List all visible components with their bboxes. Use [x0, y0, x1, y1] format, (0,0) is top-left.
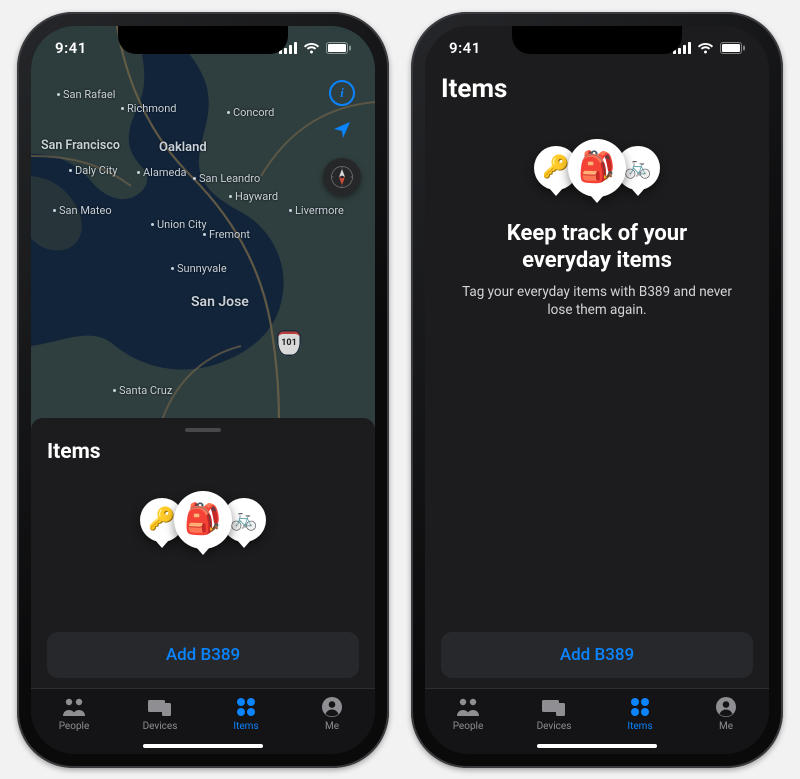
people-icon	[60, 695, 88, 719]
screen-right: 9:41 Items 🔑 🎒	[425, 26, 769, 754]
wifi-icon	[697, 42, 714, 54]
onboarding-subtext: Tag your everyday items with B389 and ne…	[457, 283, 737, 319]
home-indicator[interactable]	[143, 744, 263, 748]
item-icon-cluster: 🔑 🎒 🚲	[439, 132, 755, 204]
battery-icon	[326, 42, 351, 54]
add-item-button[interactable]: Add B389	[441, 632, 753, 678]
items-icon	[235, 695, 257, 719]
tab-people[interactable]: People	[433, 695, 503, 732]
me-icon	[715, 695, 737, 719]
items-onboarding-sheet[interactable]: Items 🔑 🎒 🚲 Keep track of your everyday …	[425, 26, 769, 688]
items-icon	[629, 695, 651, 719]
notch	[512, 26, 682, 54]
tab-label: Me	[719, 721, 733, 732]
sheet-title: Items	[441, 74, 753, 104]
home-indicator[interactable]	[537, 744, 657, 748]
backpack-icon: 🎒	[568, 139, 626, 197]
wifi-icon	[303, 42, 320, 54]
screen-left: 9:41	[31, 26, 375, 754]
backpack-icon: 🎒	[174, 491, 232, 549]
tab-label: People	[59, 721, 90, 732]
phone-right: 9:41 Items 🔑 🎒	[411, 12, 783, 768]
tab-label: People	[453, 721, 484, 732]
tab-devices[interactable]: Devices	[519, 695, 589, 732]
status-time: 9:41	[55, 39, 115, 57]
add-item-button[interactable]: Add B389	[47, 632, 359, 678]
tab-people[interactable]: People	[39, 695, 109, 732]
onboarding-headline: Keep track of your everyday items	[449, 220, 745, 275]
devices-icon	[147, 695, 173, 719]
tab-label: Items	[627, 721, 652, 732]
tab-label: Me	[325, 721, 339, 732]
tab-me[interactable]: Me	[297, 695, 367, 732]
people-icon	[454, 695, 482, 719]
items-sheet[interactable]: Items 🔑 🎒 🚲 Add B389	[31, 418, 375, 688]
tab-label: Devices	[537, 721, 572, 732]
sheet-grabber[interactable]	[185, 428, 221, 432]
tab-label: Items	[233, 721, 258, 732]
me-icon	[321, 695, 343, 719]
battery-icon	[720, 42, 745, 54]
phone-left: 9:41	[17, 12, 389, 768]
map-info-button[interactable]: i	[329, 80, 355, 106]
locate-me-button[interactable]	[332, 120, 352, 144]
tab-me[interactable]: Me	[691, 695, 761, 732]
item-icon-cluster: 🔑 🎒 🚲	[45, 484, 361, 556]
tab-label: Devices	[143, 721, 178, 732]
map-view[interactable]: San Rafael Richmond Concord San Francisc…	[31, 26, 375, 430]
highway-101-badge: 101	[277, 330, 301, 356]
status-time: 9:41	[449, 39, 509, 57]
compass-button[interactable]	[323, 158, 361, 196]
sheet-title: Items	[47, 440, 359, 464]
tab-items[interactable]: Items	[605, 695, 675, 732]
devices-icon	[541, 695, 567, 719]
notch	[118, 26, 288, 54]
tab-devices[interactable]: Devices	[125, 695, 195, 732]
tab-items[interactable]: Items	[211, 695, 281, 732]
